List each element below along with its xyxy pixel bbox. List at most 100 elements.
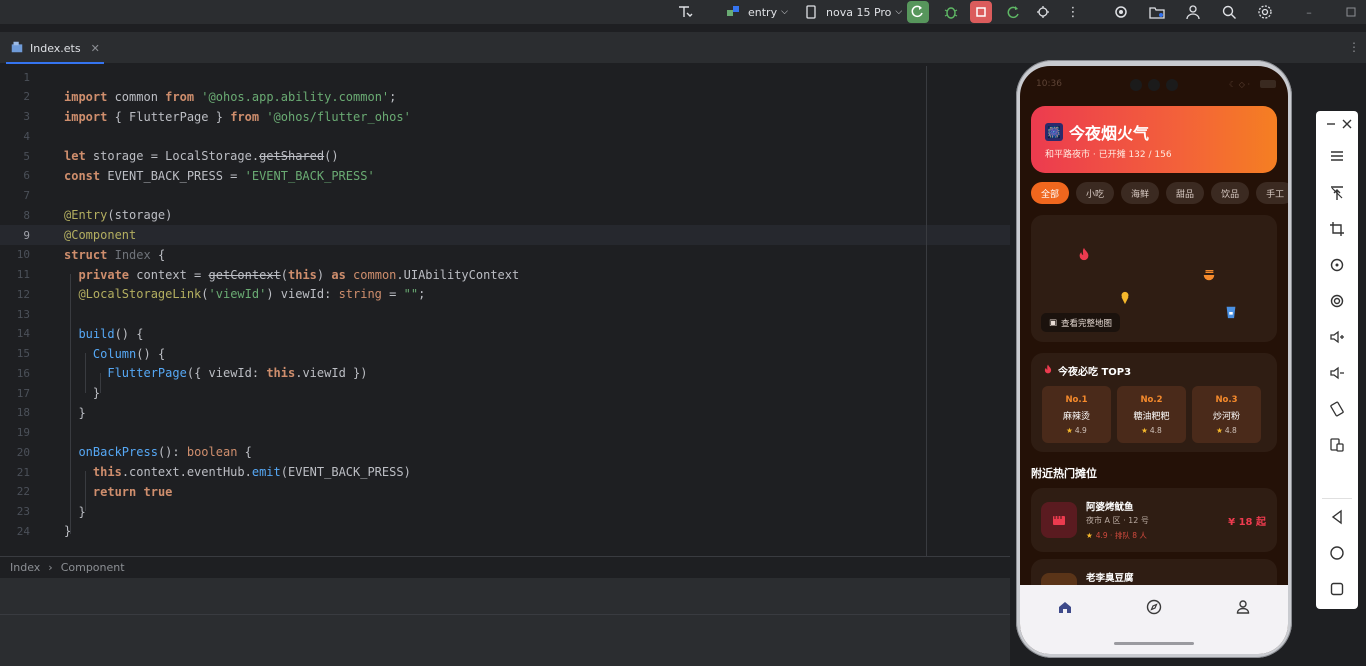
code-line[interactable]: 8 @Entry(storage) bbox=[0, 205, 1010, 225]
right-margin-guide bbox=[926, 66, 927, 556]
home-icon[interactable] bbox=[1056, 598, 1074, 616]
code-text: struct Index { bbox=[64, 247, 166, 262]
bottom-panel bbox=[0, 578, 1010, 666]
stall-card[interactable]: 阿婆烤鱿鱼 夜市 A 区 · 12 号 ★ 4.9 · 排队 8 人 ¥ 18 起 bbox=[1031, 488, 1277, 552]
search-button[interactable] bbox=[1218, 0, 1240, 24]
close-icon[interactable]: ✕ bbox=[91, 42, 100, 55]
more-actions-button[interactable]: ⋮ bbox=[1062, 0, 1084, 24]
chip-snacks[interactable]: 小吃 bbox=[1076, 182, 1115, 204]
rotate-device-icon[interactable] bbox=[1325, 397, 1349, 421]
code-line[interactable]: 14 build() { bbox=[0, 324, 1010, 344]
code-line[interactable]: 23 } bbox=[0, 502, 1010, 522]
code-line[interactable]: 22 return true bbox=[0, 482, 1010, 502]
line-number: 15 bbox=[16, 347, 30, 360]
chip-all[interactable]: 全部 bbox=[1031, 182, 1070, 204]
home-indicator[interactable] bbox=[1114, 642, 1194, 645]
rank-name: 糖油粑粑 bbox=[1133, 412, 1170, 422]
code-line[interactable]: 19 bbox=[0, 423, 1010, 443]
code-line[interactable]: 2 import common from '@ohos.app.ability.c… bbox=[0, 87, 1010, 107]
code-line[interactable]: 12 @LocalStorageLink('viewId') viewId: s… bbox=[0, 284, 1010, 304]
account-button[interactable] bbox=[1182, 0, 1204, 24]
plugin-button[interactable] bbox=[1110, 0, 1132, 24]
tab-index-ets[interactable]: Index.ets ✕ bbox=[6, 32, 104, 64]
compass-icon[interactable] bbox=[1145, 598, 1163, 616]
code-line[interactable]: 18 } bbox=[0, 403, 1010, 423]
code-text: @LocalStorageLink('viewId') viewId: stri… bbox=[78, 287, 426, 302]
text-tool-icon[interactable] bbox=[674, 0, 696, 24]
breadcrumb: Index › Component bbox=[0, 556, 1010, 578]
code-line[interactable]: 21 this.context.eventHub.emit(EVENT_BACK… bbox=[0, 462, 1010, 482]
icecream-pin-icon[interactable] bbox=[1118, 291, 1132, 305]
profiler-button[interactable] bbox=[1032, 0, 1054, 24]
code-line[interactable]: 7 bbox=[0, 186, 1010, 206]
rerun-button[interactable] bbox=[1002, 0, 1024, 24]
code-line[interactable]: 4 bbox=[0, 126, 1010, 146]
phone-screen[interactable]: 10:36 ☾ ◇ · 🎆 今夜烟火气 和平路夜市 · 已开摊 132 / 15… bbox=[1020, 66, 1288, 654]
stop-button[interactable] bbox=[970, 0, 992, 24]
settings-button[interactable] bbox=[1254, 0, 1276, 24]
home-circle-icon[interactable] bbox=[1325, 541, 1349, 565]
crop-icon[interactable] bbox=[1325, 217, 1349, 241]
chip-dessert[interactable]: 甜品 bbox=[1166, 182, 1205, 204]
run-config-selector[interactable]: entry ⌵ bbox=[722, 0, 788, 24]
stall-name: 老李臭豆腐 bbox=[1086, 573, 1134, 584]
screenshot-icon[interactable] bbox=[1325, 289, 1349, 313]
chip-drinks[interactable]: 饮品 bbox=[1211, 182, 1250, 204]
menu-icon[interactable] bbox=[1325, 144, 1349, 168]
profiler-icon bbox=[1032, 1, 1054, 23]
multi-device-icon[interactable] bbox=[1325, 433, 1349, 457]
code-line[interactable]: 20 onBackPress(): boolean { bbox=[0, 442, 1010, 462]
code-line[interactable]: 10 struct Index { bbox=[0, 245, 1010, 265]
line-number: 24 bbox=[16, 524, 30, 538]
fire-pin-icon[interactable] bbox=[1077, 247, 1091, 261]
stall-meta: ★ 4.9 · 排队 8 人 bbox=[1086, 531, 1147, 540]
line-number: 21 bbox=[16, 465, 30, 479]
category-chips: 全部 小吃 海鲜 甜品 饮品 手工 bbox=[1031, 182, 1288, 204]
chip-handmade[interactable]: 手工 bbox=[1256, 182, 1288, 204]
noodle-pin-icon[interactable] bbox=[1202, 268, 1216, 282]
stall-name: 阿婆烤鱿鱼 bbox=[1086, 502, 1134, 513]
code-line[interactable]: 1 bbox=[0, 67, 1010, 87]
code-text: @Component bbox=[64, 228, 137, 242]
code-line[interactable]: 16 FlutterPage({ viewId: this.viewId }) bbox=[0, 363, 1010, 383]
rotate-icon[interactable] bbox=[1325, 253, 1349, 277]
volume-up-icon[interactable] bbox=[1325, 325, 1349, 349]
minimize-button[interactable]: – bbox=[1298, 0, 1320, 24]
profile-icon[interactable] bbox=[1234, 598, 1252, 616]
back-icon[interactable] bbox=[1325, 505, 1349, 529]
recents-icon[interactable] bbox=[1325, 577, 1349, 601]
volume-down-icon[interactable] bbox=[1325, 361, 1349, 385]
top3-item[interactable]: No.1 麻辣烫 ★ 4.9 bbox=[1042, 386, 1111, 443]
code-line[interactable]: 3 import { FlutterPage } from '@ohos/flut… bbox=[0, 107, 1010, 127]
run-button[interactable] bbox=[907, 0, 929, 24]
emulator-toolbar bbox=[1316, 111, 1358, 609]
chip-seafood[interactable]: 海鲜 bbox=[1121, 182, 1160, 204]
tab-more-icon[interactable]: ⋮ bbox=[1348, 40, 1360, 54]
map-preview[interactable]: ▣ 查看完整地图 bbox=[1031, 215, 1277, 342]
pin-top-icon[interactable] bbox=[1325, 181, 1349, 205]
breadcrumb-item[interactable]: Component bbox=[61, 561, 125, 574]
device-selector[interactable]: nova 15 Pro ⌵ bbox=[800, 0, 902, 24]
code-line[interactable]: 6 const EVENT_BACK_PRESS = 'EVENT_BACK_PR… bbox=[0, 166, 1010, 186]
drink-pin-icon[interactable] bbox=[1224, 305, 1238, 319]
top3-item[interactable]: No.3 炒河粉 ★ 4.8 bbox=[1192, 386, 1261, 443]
code-editor[interactable]: 1 2 import common from '@ohos.app.ability.… bbox=[0, 66, 1010, 556]
full-map-button[interactable]: ▣ 查看完整地图 bbox=[1041, 313, 1121, 332]
code-line[interactable]: 24} bbox=[0, 521, 1010, 541]
debug-button[interactable] bbox=[940, 0, 962, 24]
restore-button[interactable] bbox=[1340, 0, 1362, 24]
line-number: 20 bbox=[16, 445, 30, 459]
code-line[interactable]: 17 } bbox=[0, 383, 1010, 403]
line-number: 10 bbox=[16, 248, 30, 262]
full-map-label: 查看完整地图 bbox=[1061, 318, 1113, 329]
project-files-button[interactable] bbox=[1146, 0, 1168, 24]
top3-item[interactable]: No.2 糖油粑粑 ★ 4.8 bbox=[1117, 386, 1186, 443]
breadcrumb-item[interactable]: Index bbox=[10, 561, 40, 574]
emulator-close-icon[interactable] bbox=[1335, 112, 1359, 136]
code-line[interactable]: 15 Column() { bbox=[0, 344, 1010, 364]
line-number: 2 bbox=[23, 90, 30, 104]
code-line[interactable]: 11 private context = getContext(this) as… bbox=[0, 265, 1010, 285]
code-line[interactable]: 13 bbox=[0, 304, 1010, 324]
code-line[interactable]: 9 @Component bbox=[0, 225, 1010, 245]
code-line[interactable]: 5 let storage = LocalStorage.getShared() bbox=[0, 146, 1010, 166]
